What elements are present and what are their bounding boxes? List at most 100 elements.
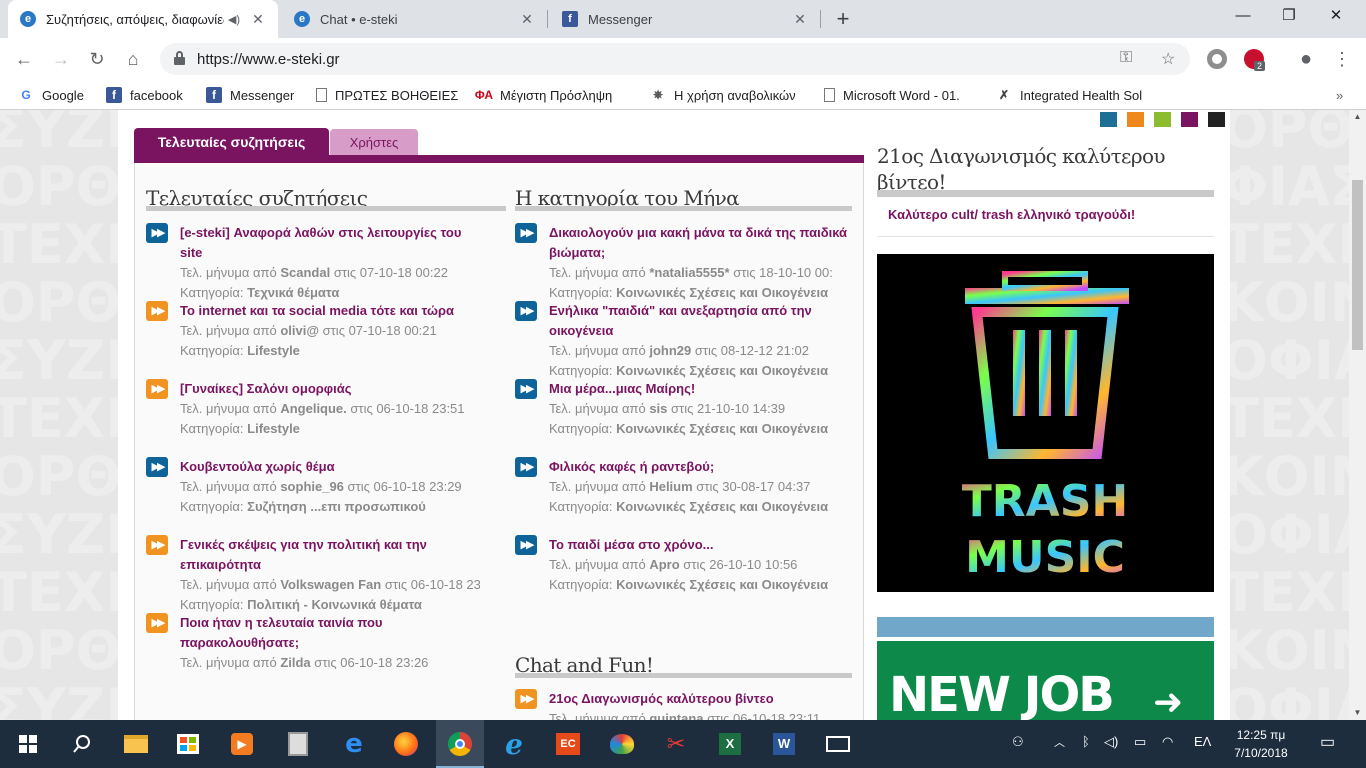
key-icon[interactable]: ⚿ bbox=[1120, 49, 1132, 67]
topic-arrow-icon[interactable]: ▶▶ bbox=[515, 379, 537, 399]
new-job-image[interactable]: NEW JOB ➜ bbox=[877, 617, 1214, 720]
category-link[interactable]: Κοινωνικές Σχέσεις και Οικογένεια bbox=[616, 363, 828, 378]
last-post-user[interactable]: *natalia5555* bbox=[649, 265, 729, 280]
bluetooth-icon[interactable]: ᛒ bbox=[1082, 734, 1090, 749]
mail-icon[interactable] bbox=[814, 720, 862, 768]
office-icon[interactable]: EC bbox=[544, 720, 592, 768]
topic-arrow-icon[interactable]: ▶▶ bbox=[515, 535, 537, 555]
topic-title-link[interactable]: [Γυναίκες] Σαλόνι ομορφιάς bbox=[180, 379, 480, 399]
last-post-user[interactable]: Volkswagen Fan bbox=[280, 577, 381, 592]
bookmark-first-aid[interactable]: ΠΡΩΤΕΣ ΒΟΗΘΕΙΕΣ bbox=[316, 86, 458, 104]
browser-tab[interactable]: f Messenger ✕ bbox=[550, 0, 820, 38]
menu-icon[interactable]: ⋮ bbox=[1328, 45, 1356, 73]
calculator-icon[interactable] bbox=[274, 720, 322, 768]
tab-users[interactable]: Χρήστες bbox=[330, 129, 418, 155]
new-tab-button[interactable]: + bbox=[830, 6, 856, 32]
theme-swatch[interactable] bbox=[1181, 112, 1198, 127]
last-post-user[interactable]: sis bbox=[649, 401, 667, 416]
last-post-user[interactable]: john29 bbox=[649, 343, 691, 358]
back-icon[interactable]: ← bbox=[10, 45, 38, 73]
edge-icon[interactable]: e bbox=[330, 720, 378, 768]
last-post-user[interactable]: sophie_96 bbox=[280, 479, 344, 494]
category-link[interactable]: Κοινωνικές Σχέσεις και Οικογένεια bbox=[616, 499, 828, 514]
category-link[interactable]: Πολιτική - Κοινωνικά θέματα bbox=[247, 597, 422, 612]
category-link[interactable]: Κοινωνικές Σχέσεις και Οικογένεια bbox=[616, 285, 828, 300]
speaker-icon[interactable]: ◀) bbox=[228, 13, 240, 26]
topic-arrow-icon[interactable]: ▶▶ bbox=[146, 301, 168, 321]
excel-icon[interactable]: X bbox=[706, 720, 754, 768]
topic-title-link[interactable]: Ενήλικα "παιδιά" και ανεξαρτησία από την… bbox=[549, 301, 849, 341]
browser-tab-active[interactable]: e Συζητήσεις, απόψεις, διαφωνίες ◀) ✕ bbox=[8, 0, 278, 38]
more-bookmarks-icon[interactable]: » bbox=[1336, 86, 1343, 104]
forward-icon[interactable]: → bbox=[47, 45, 75, 73]
topic-title-link[interactable]: Κουβεντούλα χωρίς θέμα bbox=[180, 457, 480, 477]
paint-icon[interactable] bbox=[598, 720, 646, 768]
bookmark-anabolics[interactable]: ✵ Η χρήση αναβολικών bbox=[650, 86, 802, 104]
close-tab-icon[interactable]: ✕ bbox=[248, 11, 268, 28]
home-icon[interactable]: ⌂ bbox=[119, 45, 147, 73]
bookmark-facebook[interactable]: f facebook bbox=[106, 86, 183, 104]
topic-title-link[interactable]: Το παιδί μέσα στο χρόνο... bbox=[549, 535, 849, 555]
category-link[interactable]: Τεχνικά θέματα bbox=[247, 285, 339, 300]
last-post-user[interactable]: Angelique. bbox=[280, 401, 346, 416]
theme-swatch[interactable] bbox=[1154, 112, 1171, 127]
topic-arrow-icon[interactable]: ▶▶ bbox=[146, 613, 168, 633]
trash-music-image[interactable]: TRASH MUSIC bbox=[877, 254, 1214, 592]
theme-swatch[interactable] bbox=[1208, 112, 1225, 127]
topic-arrow-icon[interactable]: ▶▶ bbox=[146, 223, 168, 243]
chrome-icon[interactable] bbox=[436, 720, 484, 768]
topic-title-link[interactable]: Ποια ήταν η τελευταία ταινία που παρακολ… bbox=[180, 613, 480, 653]
notifications-icon[interactable]: ▭ bbox=[1320, 732, 1335, 752]
search-icon[interactable] bbox=[58, 720, 106, 768]
last-post-user[interactable]: quintana bbox=[649, 711, 703, 720]
bookmark-star-icon[interactable]: ☆ bbox=[1161, 49, 1175, 69]
category-link[interactable]: Κοινωνικές Σχέσεις και Οικογένεια bbox=[616, 577, 828, 592]
topic-arrow-icon[interactable]: ▶▶ bbox=[146, 535, 168, 555]
topic-arrow-icon[interactable]: ▶▶ bbox=[146, 379, 168, 399]
bookmark-max-intake[interactable]: ΦΑ Μέγιστη Πρόσληψη bbox=[475, 86, 626, 104]
last-post-user[interactable]: Zilda bbox=[280, 655, 310, 670]
scroll-down-icon[interactable]: ▼ bbox=[1349, 706, 1366, 720]
last-post-user[interactable]: Helium bbox=[649, 479, 692, 494]
bookmark-google[interactable]: G Google bbox=[18, 86, 84, 104]
file-explorer-icon[interactable] bbox=[112, 720, 160, 768]
category-link[interactable]: Lifestyle bbox=[247, 421, 300, 436]
extension-circle-icon[interactable] bbox=[1207, 49, 1227, 69]
topic-title-link[interactable]: Δικαιολογούν μια κακή μάνα τα δικά της π… bbox=[549, 223, 849, 263]
firefox-icon[interactable] bbox=[382, 720, 430, 768]
profile-icon[interactable]: ● bbox=[1292, 45, 1320, 73]
restore-icon[interactable]: ❐ bbox=[1266, 0, 1312, 32]
scroll-up-icon[interactable]: ▲ bbox=[1349, 110, 1366, 124]
category-link[interactable]: Κοινωνικές Σχέσεις και Οικογένεια bbox=[616, 421, 828, 436]
minimize-icon[interactable]: — bbox=[1220, 0, 1266, 32]
topic-title-link[interactable]: [e-steki] Αναφορά λαθών στις λειτουργίες… bbox=[180, 223, 480, 263]
scrollbar-thumb[interactable] bbox=[1352, 180, 1363, 350]
topic-arrow-icon[interactable]: ▶▶ bbox=[146, 457, 168, 477]
category-link[interactable]: Lifestyle bbox=[247, 343, 300, 358]
bookmark-word-doc[interactable]: Microsoft Word - 01. bbox=[824, 86, 974, 104]
clock[interactable]: 12:25 πμ 7/10/2018 bbox=[1228, 726, 1294, 762]
close-tab-icon[interactable]: ✕ bbox=[790, 11, 810, 28]
topic-title-link[interactable]: Το internet και τα social media τότε και… bbox=[180, 301, 480, 321]
address-bar[interactable]: https://www.e-steki.gr ⚿ ☆ bbox=[160, 43, 1190, 75]
word-icon[interactable]: W bbox=[760, 720, 808, 768]
topic-arrow-icon[interactable]: ▶▶ bbox=[515, 301, 537, 321]
bookmark-integrated-health[interactable]: ✗ Integrated Health Sol bbox=[996, 86, 1146, 104]
url-text[interactable]: https://www.e-steki.gr bbox=[197, 51, 340, 68]
topic-arrow-icon[interactable]: ▶▶ bbox=[515, 223, 537, 243]
bookmark-messenger[interactable]: f Messenger bbox=[206, 86, 294, 104]
topic-title-link[interactable]: Γενικές σκέψεις για την πολιτική και την… bbox=[180, 535, 480, 575]
store-icon[interactable] bbox=[164, 720, 212, 768]
language-indicator[interactable]: ΕΛ bbox=[1194, 734, 1211, 749]
topic-title-link[interactable]: Μια μέρα...μιας Μαίρης! bbox=[549, 379, 849, 399]
ie-icon[interactable]: e bbox=[490, 720, 538, 768]
volume-icon[interactable]: ◁) bbox=[1104, 734, 1118, 750]
close-window-icon[interactable]: ✕ bbox=[1313, 0, 1359, 32]
tab-latest-discussions[interactable]: Τελευταίες συζητήσεις bbox=[134, 128, 329, 156]
theme-swatch[interactable] bbox=[1127, 112, 1144, 127]
show-hidden-icons[interactable]: ︿ bbox=[1054, 734, 1065, 750]
people-icon[interactable]: ⚇ bbox=[1012, 734, 1024, 750]
last-post-user[interactable]: Apro bbox=[649, 557, 679, 572]
theme-swatch[interactable] bbox=[1100, 112, 1117, 127]
topic-arrow-icon[interactable]: ▶▶ bbox=[515, 457, 537, 477]
